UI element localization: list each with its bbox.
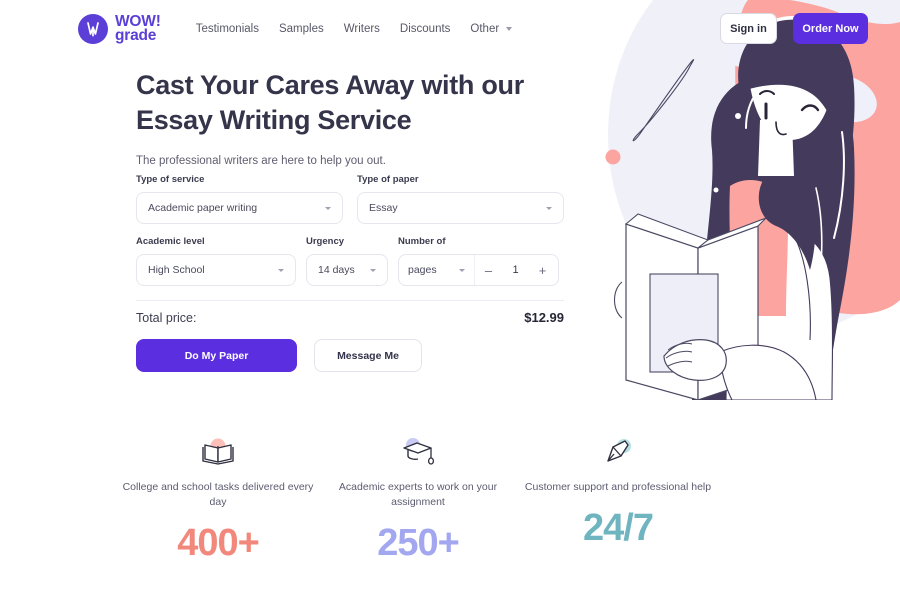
hair-highlight-2 [833,131,845,239]
eyebrow [759,90,775,95]
site-header: WOW! grade Testimonials Samples Writers … [0,0,900,58]
logo-wordmark: WOW! grade [115,13,161,44]
arm [719,344,817,400]
field-label: Urgency [306,236,345,247]
hair-sparkle-1 [735,113,741,119]
total-price-label: Total price: [136,310,197,325]
logo-line-2: grade [115,27,157,44]
select-value: pages [408,264,437,276]
open-book [613,213,767,400]
field-type-of-paper: Type of paper Essay [357,174,564,224]
pink-dot [605,149,621,165]
field-number-of: Number of pages – 1 + [398,236,559,286]
type-of-paper-select[interactable]: Essay [357,192,564,224]
select-value: Essay [369,202,398,214]
chevron-down-icon [459,268,465,272]
chevron-down-icon [278,268,284,272]
chevron-down-icon [506,27,513,31]
nav-item-label: Discounts [399,23,451,35]
nav-item-label: Other [470,23,500,35]
increment-button[interactable]: + [529,255,556,285]
hero-section: Cast Your Cares Away with our Essay Writ… [136,68,566,167]
do-my-paper-button[interactable]: Do My Paper [136,339,297,372]
wowgrade-w-circle-icon [78,14,108,44]
hair-highlight-1 [745,91,759,129]
chevron-down-icon [370,268,376,272]
logo[interactable]: WOW! grade [78,13,161,44]
hair-sparkle-3 [841,345,847,351]
message-me-button[interactable]: Message Me [314,339,422,372]
girl-reading-book-illustration [580,0,900,400]
field-label: Academic level [136,236,205,247]
stat-description: College and school tasks delivered every… [122,481,314,508]
hair-back [692,71,855,400]
type-of-service-select[interactable]: Academic paper writing [136,192,343,224]
nav-item-label: Samples [278,23,324,35]
nav-item-label: Testimonials [195,23,259,35]
graduation-cap-icon [318,432,518,472]
nav-item-samples[interactable]: Samples [279,23,324,35]
field-academic-level: Academic level High School [136,236,296,286]
quantity-value: 1 [512,264,519,276]
white-highlight-shape-1 [811,74,877,123]
main-nav: Testimonials Samples Writers Discounts O… [196,23,513,35]
select-value: Academic paper writing [148,202,258,214]
select-value: High School [148,264,205,276]
stat-description: Academic experts to work on your assignm… [338,481,498,508]
decrement-button[interactable]: – [475,255,502,285]
urgency-select[interactable]: 14 days [306,254,388,286]
stat-number: 24/7 [583,506,654,549]
body-torso [725,229,834,400]
dark-top [758,169,816,270]
nav-item-other[interactable]: Other [470,23,513,35]
chevron-down-icon [325,206,331,210]
form-divider [136,300,564,301]
nav-item-writers[interactable]: Writers [344,23,380,35]
neck [758,120,794,176]
nav-item-testimonials[interactable]: Testimonials [196,23,259,35]
hand [663,339,727,381]
stat-card-experts: Academic experts to work on your assignm… [318,432,518,565]
open-book-icon [118,432,318,472]
stat-number: 250+ [377,521,460,564]
cta-row: Do My Paper Message Me [136,339,422,372]
hair-highlight-3 [813,187,823,311]
field-label: Number of [398,236,446,247]
field-label: Type of service [136,174,205,185]
field-urgency: Urgency 14 days [306,236,388,286]
blouse-pink [729,180,788,316]
stat-number: 400+ [177,521,260,564]
quantity-stepper: pages – 1 + [398,254,559,286]
outlined-loop-doodle [632,59,695,142]
sleeve-line [793,235,811,341]
field-label: Type of paper [357,174,419,185]
chevron-down-icon [546,206,552,210]
total-price-value: $12.99 [524,310,564,325]
order-now-button[interactable]: Order Now [793,13,868,44]
form-row-1: Type of service Academic paper writing T… [136,174,564,224]
stat-description: Customer support and professional help [524,481,712,493]
page-title: Cast Your Cares Away with our Essay Writ… [136,70,524,136]
hair-sparkle-2 [713,187,719,193]
academic-level-select[interactable]: High School [136,254,296,286]
total-price-row: Total price: $12.99 [136,310,564,325]
fountain-pen-nib-icon [518,432,718,472]
hero-subtitle: The professional writers are here to hel… [136,155,386,168]
right-eye-wink [800,104,820,112]
nav-item-label: Writers [343,23,380,35]
nav-item-discounts[interactable]: Discounts [400,23,451,35]
field-type-of-service: Type of service Academic paper writing [136,174,343,224]
select-value: 14 days [318,264,355,276]
order-calculator-form: Type of service Academic paper writing T… [136,174,564,286]
stat-card-support: Customer support and professional help 2… [518,432,718,565]
number-unit-select[interactable]: pages [399,255,475,285]
stats-section: College and school tasks delivered every… [118,432,758,565]
nose-mouth [775,121,787,136]
form-row-2: Academic level High School Urgency 14 da… [136,236,564,286]
sign-in-button[interactable]: Sign in [720,13,777,44]
header-actions: Sign in Order Now [720,13,868,44]
stat-card-tasks: College and school tasks delivered every… [118,432,318,565]
